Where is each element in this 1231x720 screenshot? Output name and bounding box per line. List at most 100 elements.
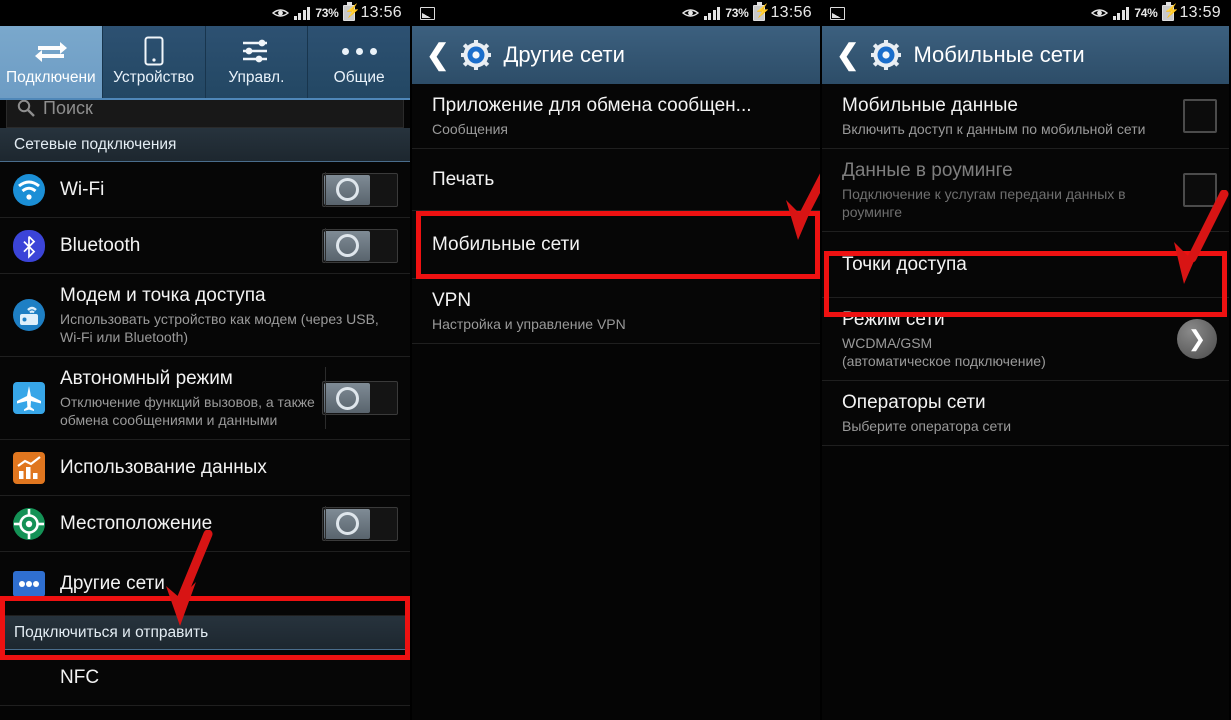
divider <box>325 506 326 541</box>
list-item-text: Wi-Fi <box>60 178 316 202</box>
more-dots-icon <box>341 33 377 69</box>
battery-percent-label: 74% <box>1134 6 1158 20</box>
list-item-text: Модем и точка доступа Использовать устро… <box>60 284 398 346</box>
list-item-title: Точки доступа <box>842 253 967 275</box>
list-item-subtitle: Отключение функций вызовов, а также обме… <box>60 394 315 428</box>
list-item-text: Операторы сети Выберите оператора сети <box>842 391 1217 435</box>
search-placeholder: Поиск <box>43 97 93 118</box>
list-item-title: VPN <box>432 290 472 311</box>
list-item-print[interactable]: Печать <box>412 149 820 211</box>
tab-device[interactable]: Устройство <box>103 26 206 98</box>
list-item-text: NFC <box>60 666 398 690</box>
list-item-text: Другие сети <box>60 572 398 596</box>
chevron-right-icon[interactable]: ❯ <box>1177 319 1217 359</box>
wifi-toggle[interactable] <box>322 172 398 207</box>
tab-connections[interactable]: Подключени <box>0 26 103 98</box>
list-item-network-operators[interactable]: Операторы сети Выберите оператора сети <box>822 381 1229 446</box>
list-item-network-mode[interactable]: Режим сети WCDMA/GSM (автоматическое под… <box>822 298 1229 381</box>
screenshot-icon <box>830 6 845 20</box>
eye-icon <box>271 7 289 19</box>
list-item-wifi[interactable]: Wi-Fi <box>0 162 410 218</box>
list-item-mobile-data[interactable]: Мобильные данные Включить доступ к данны… <box>822 84 1229 149</box>
list-item-title: Режим сети <box>842 309 945 330</box>
list-item-text: Печать <box>432 168 808 192</box>
signal-icon <box>293 6 311 20</box>
list-item-data-usage[interactable]: Использование данных <box>0 440 410 496</box>
list-item-access-points[interactable]: Точки доступа <box>822 232 1229 298</box>
settings-gear-icon <box>461 40 492 70</box>
transfer-arrows-icon <box>34 33 68 69</box>
list-item-subtitle: Сообщения <box>432 121 508 137</box>
back-chevron-icon[interactable]: ❮ <box>426 41 449 69</box>
list-item-vpn[interactable]: VPN Настройка и управление VPN <box>412 279 820 344</box>
section-header-label: Сетевые подключения <box>14 135 177 153</box>
list-item-title: Мобильные данные <box>842 95 1018 116</box>
panel-connections: 73% 13:56 Подключени Устройство <box>0 0 410 720</box>
list-item-subtitle: Выберите оператора сети <box>842 418 1012 434</box>
app-header-mobile-networks: ❮ Мобильные сети <box>822 26 1229 84</box>
list-item-subtitle: WCDMA/GSM (автоматическое подключение) <box>842 335 1046 369</box>
signal-icon <box>1112 6 1130 20</box>
list-item-mobile-networks[interactable]: Мобильные сети <box>412 211 820 279</box>
list-item-location[interactable]: Местоположение <box>0 496 410 552</box>
bluetooth-icon <box>12 229 46 263</box>
list-item-airplane-mode[interactable]: Автономный режим Отключение функций вызо… <box>0 357 410 440</box>
list-item-text: Приложение для обмена сообщен... Сообщен… <box>432 94 808 138</box>
list-item-text: Местоположение <box>60 512 316 536</box>
toggle-thumb <box>324 508 370 539</box>
list-item-subtitle: Включить доступ к данным по мобильной се… <box>842 121 1146 137</box>
phone-icon <box>144 33 164 69</box>
list-item-text: Мобильные данные Включить доступ к данны… <box>842 94 1177 138</box>
page-title: Другие сети <box>503 42 625 67</box>
list-item-title: Автономный режим <box>60 368 233 389</box>
section-header-connect-and-send: Подключиться и отправить <box>0 616 410 650</box>
list-item-title: Мобильные сети <box>432 233 580 255</box>
bluetooth-toggle[interactable] <box>322 228 398 263</box>
mobile-data-checkbox[interactable] <box>1183 99 1217 133</box>
list-item-subtitle: Подключение к услугам передани данных в … <box>842 186 1126 220</box>
list-item-text: Bluetooth <box>60 234 316 258</box>
data-roaming-checkbox[interactable] <box>1183 173 1217 207</box>
tab-controls[interactable]: Управл. <box>206 26 309 98</box>
list-item-text: Точки доступа <box>842 253 1217 277</box>
list-item-text: Данные в роуминге Подключение к услугам … <box>842 159 1177 221</box>
section-header-network-connections: Сетевые подключения <box>0 128 410 162</box>
list-item-bluetooth[interactable]: Bluetooth <box>0 218 410 274</box>
status-bar-panel1: 73% 13:56 <box>0 0 410 26</box>
list-item-tethering[interactable]: Модем и точка доступа Использовать устро… <box>0 274 410 357</box>
sliders-icon <box>241 33 271 69</box>
battery-percent-label: 73% <box>315 6 339 20</box>
airplane-mode-toggle[interactable] <box>322 381 398 415</box>
tab-controls-label: Управл. <box>228 69 285 86</box>
tab-general-label: Общие <box>333 69 385 86</box>
app-header-other-networks: ❮ Другие сети <box>412 26 820 84</box>
status-bar-right-icons: 73% 13:56 <box>681 2 812 22</box>
list-item-text: Режим сети WCDMA/GSM (автоматическое под… <box>842 308 1177 370</box>
list-item-title: Местоположение <box>60 512 213 534</box>
tab-general[interactable]: Общие <box>308 26 410 98</box>
list-item-title: Использование данных <box>60 456 267 478</box>
back-chevron-icon[interactable]: ❮ <box>836 41 859 69</box>
list-item-title: Операторы сети <box>842 392 986 413</box>
panel-mobile-networks: 74% 13:59 ❮ Мобильные сети <box>822 0 1229 720</box>
status-bar-panel3: 74% 13:59 <box>822 0 1229 26</box>
list-item-data-roaming[interactable]: Данные в роуминге Подключение к услугам … <box>822 149 1229 232</box>
tab-device-label: Устройство <box>113 69 195 86</box>
list-item-title: NFC <box>60 666 100 688</box>
status-bar-left-icons <box>420 6 435 20</box>
toggle-thumb <box>324 230 370 261</box>
airplane-icon <box>12 381 46 415</box>
list-item-nfc[interactable]: NFC <box>0 650 410 706</box>
battery-charging-icon <box>1162 2 1175 21</box>
other-networks-icon <box>12 567 46 601</box>
battery-charging-icon <box>343 2 356 21</box>
list-item-other-networks[interactable]: Другие сети <box>0 552 410 616</box>
location-toggle[interactable] <box>322 506 398 541</box>
eye-icon <box>1090 7 1108 19</box>
nfc-icon <box>12 661 46 695</box>
tab-connections-label: Подключени <box>6 69 96 86</box>
list-item-subtitle: Использовать устройство как модем (через… <box>60 311 379 345</box>
location-icon <box>12 507 46 541</box>
list-item-messaging-app[interactable]: Приложение для обмена сообщен... Сообщен… <box>412 84 820 149</box>
settings-tab-bar: Подключени Устройство Управл. Общие <box>0 26 410 98</box>
